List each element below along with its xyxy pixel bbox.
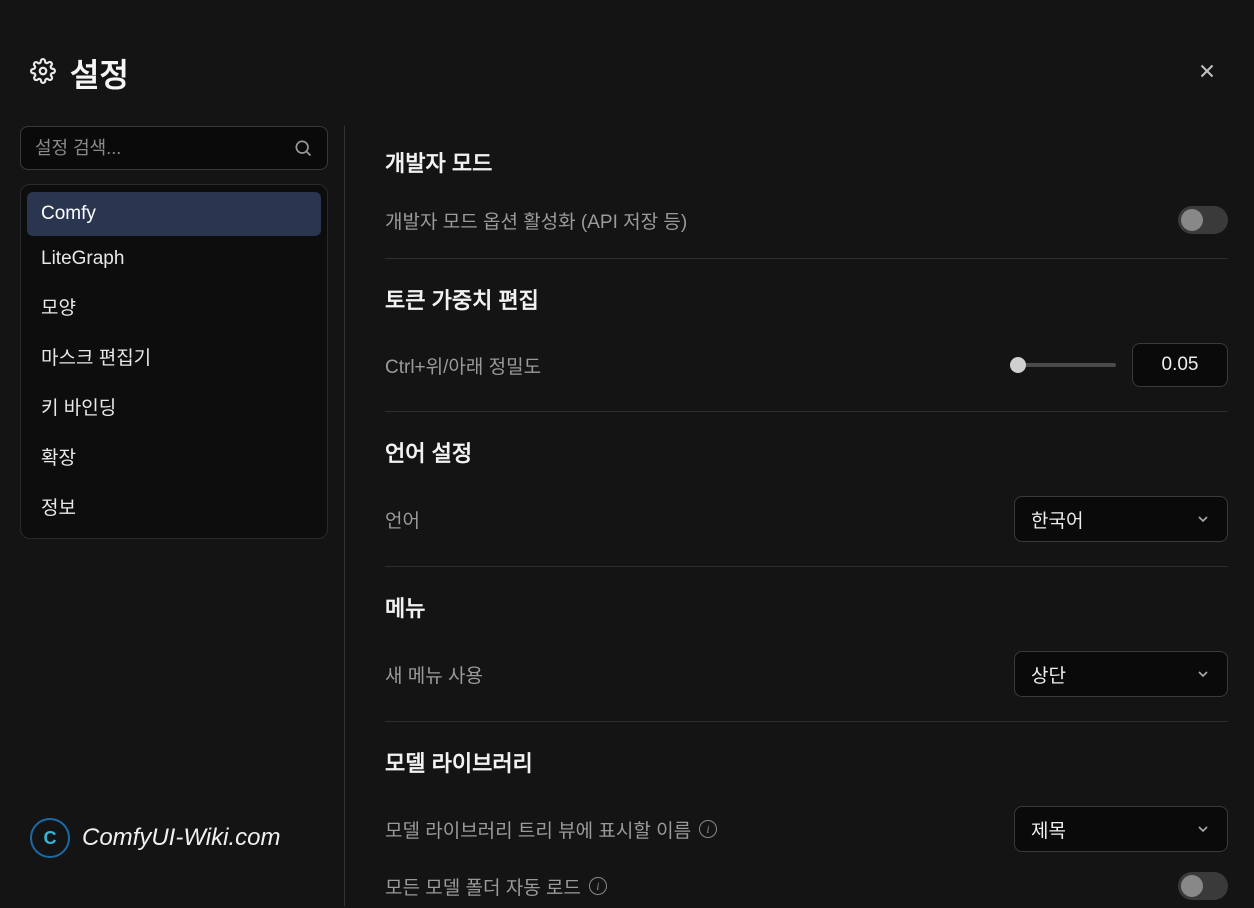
sidebar-item-keybinding[interactable]: 키 바인딩 — [27, 382, 321, 431]
chevron-down-icon — [1195, 666, 1211, 682]
model-autoload-toggle[interactable] — [1178, 872, 1228, 900]
model-tree-name-value: 제목 — [1031, 816, 1066, 843]
info-icon[interactable]: i — [589, 877, 607, 895]
language-label: 언어 — [385, 506, 420, 533]
sidebar-item-mask-editor[interactable]: 마스크 편집기 — [27, 332, 321, 381]
section-title-token-weight: 토큰 가중치 편집 — [385, 283, 1228, 315]
close-button[interactable] — [1190, 54, 1224, 93]
sidebar-item-litegraph[interactable]: LiteGraph — [27, 237, 321, 281]
sidebar-item-extensions[interactable]: 확장 — [27, 432, 321, 481]
sidebar-nav: Comfy LiteGraph 모양 마스크 편집기 키 바인딩 확장 정보 — [20, 184, 328, 539]
chevron-down-icon — [1195, 511, 1211, 527]
menu-value: 상단 — [1031, 661, 1066, 688]
close-icon — [1196, 60, 1218, 82]
precision-label: Ctrl+위/아래 정밀도 — [385, 352, 541, 379]
sidebar-item-appearance[interactable]: 모양 — [27, 282, 321, 331]
menu-label: 새 메뉴 사용 — [385, 661, 483, 688]
menu-select[interactable]: 상단 — [1014, 651, 1228, 697]
search-input[interactable] — [35, 138, 293, 159]
precision-input[interactable] — [1132, 343, 1228, 387]
language-value: 한국어 — [1031, 506, 1083, 533]
model-tree-name-select[interactable]: 제목 — [1014, 806, 1228, 852]
search-icon — [293, 138, 313, 158]
search-box[interactable] — [20, 126, 328, 170]
watermark: C ComfyUI-Wiki.com — [30, 818, 280, 858]
watermark-logo-icon: C — [30, 818, 70, 858]
section-title-dev-mode: 개발자 모드 — [385, 146, 1228, 178]
page-title: 설정 — [70, 50, 129, 96]
section-title-menu: 메뉴 — [385, 591, 1228, 623]
chevron-down-icon — [1195, 821, 1211, 837]
precision-slider[interactable] — [1010, 363, 1116, 367]
model-tree-name-label: 모델 라이브러리 트리 뷰에 표시할 이름 i — [385, 816, 717, 843]
watermark-text: ComfyUI-Wiki.com — [82, 824, 280, 852]
dev-mode-label: 개발자 모드 옵션 활성화 (API 저장 등) — [385, 207, 687, 234]
model-autoload-label: 모든 모델 폴더 자동 로드 i — [385, 873, 607, 900]
dev-mode-toggle[interactable] — [1178, 206, 1228, 234]
gear-icon — [30, 58, 56, 89]
section-title-model-library: 모델 라이브러리 — [385, 746, 1228, 778]
sidebar-item-about[interactable]: 정보 — [27, 482, 321, 531]
section-title-language: 언어 설정 — [385, 436, 1228, 468]
language-select[interactable]: 한국어 — [1014, 496, 1228, 542]
sidebar-item-comfy[interactable]: Comfy — [27, 192, 321, 236]
info-icon[interactable]: i — [699, 820, 717, 838]
